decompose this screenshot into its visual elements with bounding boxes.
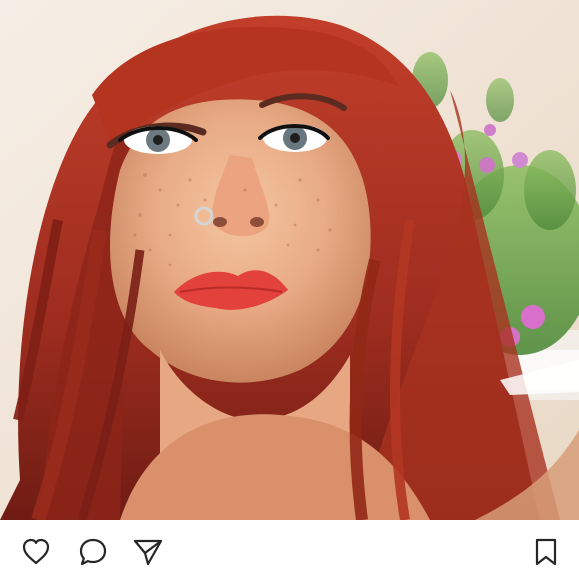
comment-button[interactable]: [76, 535, 110, 569]
instagram-post: [0, 0, 579, 580]
post-action-bar: [0, 520, 579, 580]
like-button[interactable]: [19, 535, 53, 569]
paper-plane-icon: [133, 539, 163, 566]
post-photo[interactable]: [0, 0, 579, 520]
selfie-photo-image: [0, 0, 579, 520]
share-button[interactable]: [131, 535, 165, 569]
speech-bubble-icon: [79, 538, 107, 566]
save-button[interactable]: [529, 535, 563, 569]
heart-outline-icon: [22, 538, 50, 565]
bookmark-outline-icon: [535, 538, 557, 566]
